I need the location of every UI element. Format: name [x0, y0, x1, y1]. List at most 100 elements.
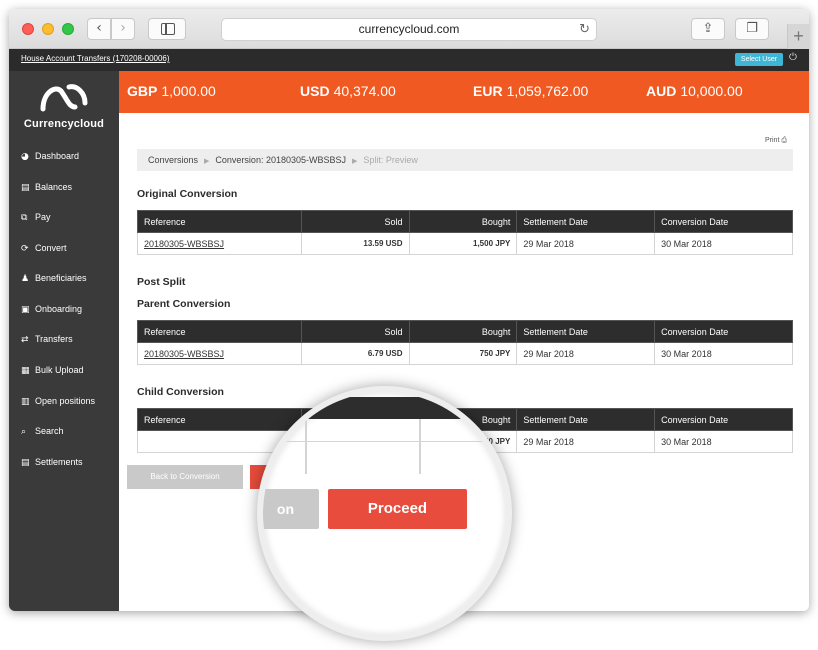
- close-window-button[interactable]: [22, 23, 34, 35]
- breadcrumb-conversion[interactable]: Conversion: 20180305-WBSBSJ: [215, 155, 346, 165]
- tabs-icon: ❐: [746, 21, 758, 36]
- table-header-row: Reference Sold Bought Settlement Date Co…: [137, 210, 793, 233]
- minimize-window-button[interactable]: [42, 23, 54, 35]
- magnified-back-to-conversion-button[interactable]: on: [263, 489, 319, 529]
- sidebar-item-label: Transfers: [35, 334, 73, 344]
- sidebar-item-convert[interactable]: ⟳ Convert: [21, 240, 67, 256]
- currency-code: GBP: [127, 83, 158, 99]
- onboarding-icon: ▣: [21, 305, 30, 315]
- balance-amount: 1,059,762.00: [506, 83, 589, 99]
- balance-gbp: GBP 1,000.00: [127, 83, 216, 99]
- post-split-title: Post Split: [137, 276, 186, 288]
- zoom-window-button[interactable]: [62, 23, 74, 35]
- original-conversion-title: Original Conversion: [137, 188, 238, 200]
- sidebar-item-search[interactable]: ⌕ Search: [21, 423, 64, 439]
- account-link[interactable]: House Account Transfers (170208-00006): [21, 54, 170, 63]
- magnified-table-header: [263, 397, 506, 419]
- sidebar-item-bulk-upload[interactable]: ▦ Bulk Upload: [21, 362, 84, 378]
- proceed-button[interactable]: Proceed: [328, 489, 467, 529]
- sidebar-item-balances[interactable]: ▤ Balances: [21, 179, 72, 195]
- table-header-row: Reference Sold Bought Settlement Date Co…: [137, 320, 793, 343]
- conversion-date-cell: 30 Mar 2018: [654, 430, 793, 453]
- plus-icon: +: [793, 26, 804, 46]
- sidebar-item-label: Pay: [35, 212, 51, 222]
- currency-code: EUR: [473, 83, 503, 99]
- child-conversion-title: Child Conversion: [137, 386, 224, 398]
- column-header: Conversion Date: [654, 320, 793, 343]
- bought-cell: 1,500 JPY: [408, 232, 518, 255]
- column-header: Reference: [137, 210, 302, 233]
- reference-link[interactable]: 20180305-WBSBSJ: [137, 342, 302, 365]
- balance-eur: EUR 1,059,762.00: [473, 83, 588, 99]
- balance-usd: USD 40,374.00: [300, 83, 396, 99]
- forward-button[interactable]: ›: [111, 18, 135, 40]
- original-conversion-table: Reference Sold Bought Settlement Date Co…: [137, 210, 793, 255]
- settlements-icon: ▤: [21, 458, 30, 468]
- sidebar-item-label: Balances: [35, 182, 73, 192]
- column-header: Bought: [408, 320, 518, 343]
- tabs-overview-button[interactable]: ❐: [735, 18, 769, 40]
- reference-link[interactable]: 20180305-WBSBSJ: [137, 232, 302, 255]
- magnified-column-divider: [419, 419, 421, 474]
- app-top-bar: House Account Transfers (170208-00006) S…: [9, 49, 809, 71]
- table-row: 20180305-WBSBSJ 6.79 USD 750 JPY 29 Mar …: [137, 342, 793, 365]
- url-text: currencycloud.com: [358, 22, 460, 36]
- column-header: Sold: [300, 320, 410, 343]
- balance-amount: 40,374.00: [333, 83, 396, 99]
- sidebar-item-pay[interactable]: ⧉ Pay: [21, 209, 51, 225]
- sold-cell: 6.79 USD: [300, 342, 410, 365]
- magnifier-overlay: on Proceed: [257, 386, 512, 641]
- reload-icon[interactable]: ↻: [579, 19, 590, 40]
- currency-code: USD: [300, 83, 330, 99]
- conversion-date-cell: 30 Mar 2018: [654, 232, 793, 255]
- logo-text: Currencycloud: [23, 118, 105, 130]
- sidebar-item-label: Settlements: [35, 457, 83, 467]
- settlement-date-cell: 29 Mar 2018: [516, 232, 656, 255]
- breadcrumb-separator-icon: ▶: [352, 158, 358, 165]
- magnified-row-divider: [263, 441, 506, 442]
- power-icon[interactable]: ⏻: [789, 52, 797, 63]
- sidebar-item-transfers[interactable]: ⇄ Transfers: [21, 331, 73, 347]
- column-header: Settlement Date: [516, 320, 656, 343]
- column-header: Sold: [300, 210, 410, 233]
- back-button[interactable]: ‹: [87, 18, 111, 40]
- breadcrumb-conversions[interactable]: Conversions: [148, 155, 198, 165]
- sidebar-item-label: Search: [35, 426, 64, 436]
- back-to-conversion-button[interactable]: Back to Conversion: [127, 465, 243, 489]
- column-header: Reference: [137, 320, 302, 343]
- search-icon: ⌕: [21, 427, 27, 437]
- browser-toolbar: ‹ › currencycloud.com ↻ ⇪ ❐ +: [9, 9, 809, 49]
- select-user-button[interactable]: Select User: [735, 53, 783, 66]
- print-label: Print: [765, 137, 780, 144]
- balance-amount: 10,000.00: [680, 83, 743, 99]
- printer-icon: ⎙: [781, 137, 787, 144]
- balances-icon: ▤: [21, 183, 30, 193]
- breadcrumb-separator-icon: ▶: [204, 158, 210, 165]
- settlement-date-cell: 29 Mar 2018: [516, 430, 656, 453]
- logo[interactable]: Currencycloud: [9, 81, 119, 131]
- currency-code: AUD: [646, 83, 677, 99]
- sidebar-item-dashboard[interactable]: ◕ Dashboard: [21, 148, 79, 164]
- sidebar-item-onboarding[interactable]: ▣ Onboarding: [21, 301, 82, 317]
- share-button[interactable]: ⇪: [691, 18, 725, 40]
- sidebar-item-settlements[interactable]: ▤ Settlements: [21, 454, 83, 470]
- conversion-date-cell: 30 Mar 2018: [654, 342, 793, 365]
- sidebar-item-label: Dashboard: [35, 151, 80, 161]
- bought-cell: 750 JPY: [408, 342, 518, 365]
- sold-cell: 13.59 USD: [300, 232, 410, 255]
- print-button[interactable]: Print ⎙: [765, 137, 787, 145]
- chevron-right-icon: ›: [120, 20, 126, 36]
- sidebar-item-open-positions[interactable]: ▥ Open positions: [21, 393, 95, 409]
- address-bar[interactable]: currencycloud.com ↻: [221, 18, 597, 41]
- convert-icon: ⟳: [21, 244, 29, 254]
- sidebar-toggle-button[interactable]: [148, 18, 186, 40]
- sidebar-icon: [161, 23, 175, 35]
- dashboard-icon: ◕: [21, 152, 29, 162]
- column-header: Bought: [408, 210, 518, 233]
- beneficiaries-icon: ♟: [21, 274, 30, 284]
- table-row: 20180305-WBSBSJ 13.59 USD 1,500 JPY 29 M…: [137, 232, 793, 255]
- new-tab-button[interactable]: +: [787, 24, 809, 49]
- settlement-date-cell: 29 Mar 2018: [516, 342, 656, 365]
- sidebar-item-label: Open positions: [35, 396, 96, 406]
- sidebar-item-beneficiaries[interactable]: ♟ Beneficiaries: [21, 270, 87, 286]
